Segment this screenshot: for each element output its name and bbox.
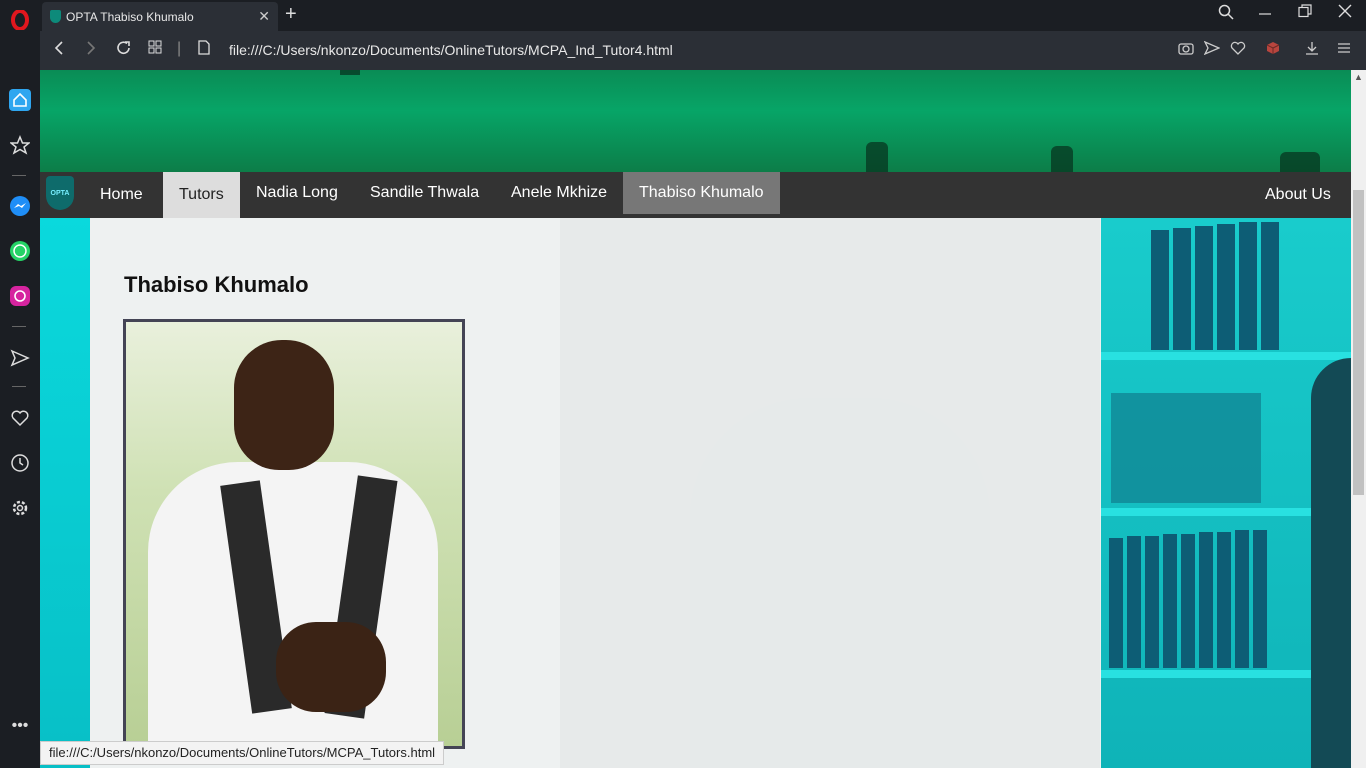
address-bar: | file:///C:/Users/nkonzo/Documents/Onli…: [40, 31, 1366, 70]
speed-dial-home-icon[interactable]: [8, 88, 32, 112]
sidebar-divider: [12, 175, 26, 176]
banner-shadow: [1051, 146, 1073, 172]
book: [1127, 536, 1141, 668]
book: [1253, 530, 1267, 668]
logo-text: OPTA: [50, 189, 70, 197]
photo-face: [234, 340, 334, 470]
sidebar-divider: [12, 326, 26, 327]
tab-bar: OPTA Thabiso Khumalo ✕ +: [40, 0, 1366, 31]
file-page-icon: [198, 40, 210, 60]
restore-icon[interactable]: [1298, 4, 1312, 23]
book: [1109, 538, 1123, 668]
sidebar-divider: [12, 386, 26, 387]
share-send-icon[interactable]: [1203, 40, 1221, 58]
easy-setup-menu-icon[interactable]: [1337, 41, 1351, 58]
scroll-up-arrow-icon[interactable]: ▲: [1354, 72, 1363, 82]
toolbar-divider: |: [177, 40, 182, 57]
page-scrollbar[interactable]: ▲: [1351, 70, 1366, 768]
banner-shadow: [866, 142, 888, 172]
scrollbar-thumb[interactable]: [1353, 190, 1364, 495]
nav-tutors[interactable]: Tutors: [163, 172, 240, 218]
left-teal-background: [40, 218, 90, 768]
heart-icon[interactable]: [8, 406, 32, 430]
book: [1195, 226, 1213, 350]
reload-icon[interactable]: [116, 40, 132, 61]
whatsapp-icon[interactable]: [8, 239, 32, 263]
tab-grid-icon[interactable]: [148, 40, 162, 59]
tab-title: OPTA Thabiso Khumalo: [66, 9, 194, 24]
right-bookshelf-image: [1101, 218, 1351, 768]
settings-gear-icon[interactable]: [8, 496, 32, 520]
downloads-icon[interactable]: [1305, 41, 1319, 58]
opta-logo[interactable]: OPTA: [46, 176, 74, 210]
nav-tutor-nadia-long[interactable]: Nadia Long: [240, 172, 354, 214]
messenger-icon[interactable]: [8, 194, 32, 218]
more-dots-icon[interactable]: •••: [8, 714, 32, 738]
header-banner-image: [40, 70, 1351, 172]
banner-shadow: [1280, 152, 1320, 172]
book: [1235, 530, 1249, 668]
bookmark-heart-icon[interactable]: [1230, 41, 1246, 58]
book: [1217, 532, 1231, 668]
url-field[interactable]: file:///C:/Users/nkonzo/Documents/Online…: [229, 42, 673, 58]
search-tabs-icon[interactable]: [1218, 4, 1234, 25]
tutor-photo: [123, 319, 465, 749]
link-hover-status: file:///C:/Users/nkonzo/Documents/Online…: [40, 741, 445, 765]
shelf: [1101, 352, 1351, 360]
book: [1217, 224, 1235, 350]
tutor-heading: Thabiso Khumalo: [124, 272, 309, 297]
nav-tutor-thabiso-khumalo[interactable]: Thabiso Khumalo: [623, 172, 780, 214]
opera-logo-icon[interactable]: [8, 8, 32, 32]
close-window-icon[interactable]: [1338, 4, 1352, 23]
new-tab-icon[interactable]: +: [285, 3, 297, 26]
student-silhouette: [1311, 358, 1351, 768]
nav-tutor-sandile-thwala[interactable]: Sandile Thwala: [354, 172, 495, 214]
nav-about-us[interactable]: About Us: [1249, 172, 1347, 218]
nav-tutor-anele-mkhize[interactable]: Anele Mkhize: [495, 172, 623, 214]
photo-shirt: [148, 462, 438, 746]
close-tab-icon[interactable]: ✕: [258, 8, 270, 25]
nav-home[interactable]: Home: [84, 172, 159, 218]
tab-favicon-icon: [50, 10, 61, 23]
instagram-icon[interactable]: [8, 284, 32, 308]
book: [1151, 230, 1169, 350]
active-tab[interactable]: OPTA Thabiso Khumalo ✕: [42, 2, 278, 31]
book: [1145, 536, 1159, 668]
extension-cube-icon[interactable]: [1266, 41, 1280, 58]
opera-sidebar: •••: [0, 0, 40, 768]
forward-arrow-icon[interactable]: [85, 40, 97, 61]
book: [1199, 532, 1213, 668]
book: [1163, 534, 1177, 668]
minimize-icon[interactable]: [1258, 4, 1272, 23]
photo-hands: [276, 622, 386, 712]
web-page: OPTA Home Tutors Nadia Long Sandile Thwa…: [40, 70, 1351, 768]
book: [1261, 222, 1279, 350]
send-icon[interactable]: [8, 346, 32, 370]
banner-text-fragment: [340, 70, 360, 75]
book: [1181, 534, 1195, 668]
book-row: [1111, 393, 1261, 503]
history-clock-icon[interactable]: [8, 451, 32, 475]
back-arrow-icon[interactable]: [53, 40, 65, 61]
book: [1173, 228, 1191, 350]
page-content: Thabiso Khumalo: [40, 218, 1351, 768]
snapshot-camera-icon[interactable]: [1178, 41, 1194, 58]
site-navbar: OPTA Home Tutors Nadia Long Sandile Thwa…: [40, 172, 1351, 218]
faded-student-silhouette: [690, 398, 990, 768]
book: [1239, 222, 1257, 350]
bookmarks-icon[interactable]: [8, 133, 32, 157]
